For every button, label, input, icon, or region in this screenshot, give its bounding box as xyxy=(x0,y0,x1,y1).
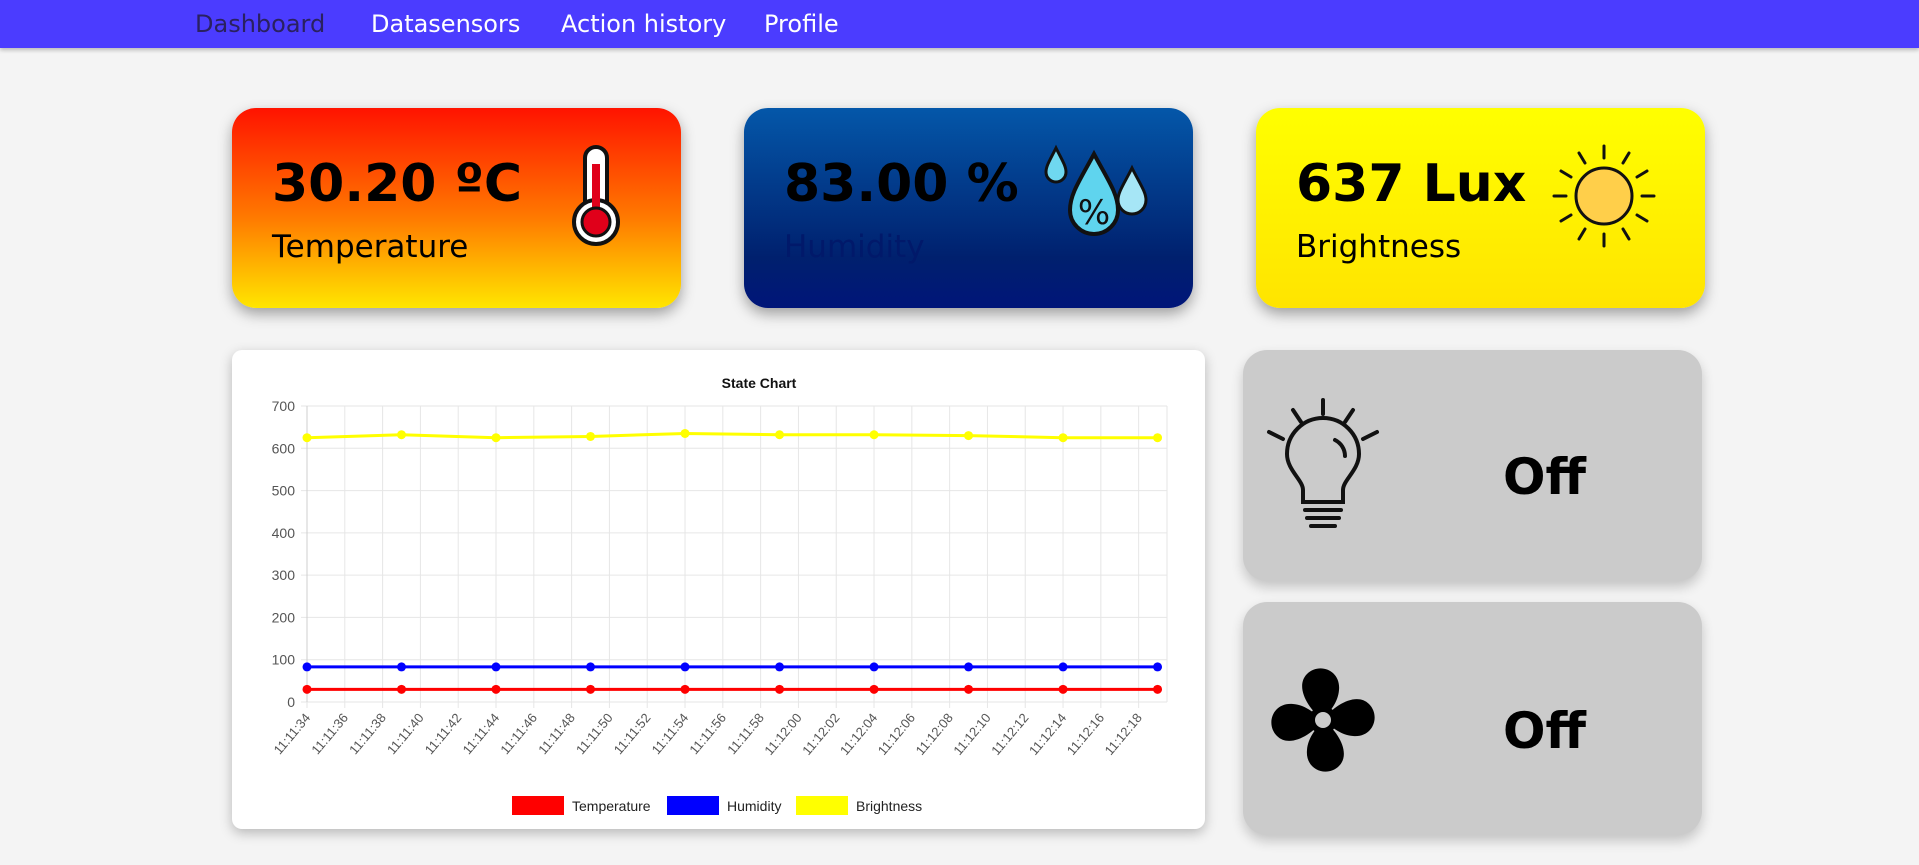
series-point-temperature xyxy=(964,684,974,694)
series-point-humidity xyxy=(964,662,974,672)
x-tick-label: 11:11:52 xyxy=(611,710,654,757)
series-point-brightness xyxy=(302,433,312,443)
series-point-temperature xyxy=(1153,684,1163,694)
x-tick-label: 11:12:06 xyxy=(875,710,918,758)
top-navbar: Dashboard Datasensors Action history Pro… xyxy=(0,0,1919,48)
temperature-card: 30.20 ºC Temperature xyxy=(232,108,681,308)
series-point-humidity xyxy=(775,662,785,672)
x-tick-label: 11:12:14 xyxy=(1026,710,1069,758)
y-tick-label: 100 xyxy=(272,652,296,668)
series-point-brightness xyxy=(775,430,785,440)
nav-profile[interactable]: Profile xyxy=(764,0,839,48)
nav-action-history[interactable]: Action history xyxy=(561,0,726,48)
y-tick-label: 300 xyxy=(272,567,296,583)
state-chart: State Chart 0 100 200 300 400 500 600 700 11:11:3… xyxy=(271,375,1168,815)
light-status[interactable]: Off xyxy=(1503,448,1586,506)
series-point-temperature xyxy=(586,684,596,694)
temperature-label: Temperature xyxy=(272,229,469,265)
series-point-temperature xyxy=(491,684,501,694)
x-tick-label: 11:11:50 xyxy=(573,710,616,757)
x-tick-label: 11:12:04 xyxy=(837,710,880,758)
humidity-value: 83.00 % xyxy=(784,154,1019,214)
series-point-humidity xyxy=(680,662,690,672)
brightness-label: Brightness xyxy=(1296,229,1462,265)
light-device-card[interactable]: Off xyxy=(1243,350,1702,581)
humidity-drops-icon: % xyxy=(1044,144,1148,236)
x-tick-label: 11:11:38 xyxy=(346,710,389,757)
legend-label-brightness: Brightness xyxy=(856,798,922,814)
fan-icon xyxy=(1271,668,1375,772)
series-line-brightness xyxy=(306,431,1158,440)
series-point-temperature xyxy=(680,684,690,694)
series-point-temperature xyxy=(775,684,785,694)
x-tick-label: 11:12:08 xyxy=(913,710,956,758)
x-tick-label: 11:11:42 xyxy=(422,710,465,757)
x-tick-label: 11:11:46 xyxy=(497,710,540,757)
humidity-label: Humidity xyxy=(784,229,925,265)
thermometer-icon xyxy=(572,145,620,246)
nav-dashboard[interactable]: Dashboard xyxy=(195,0,325,48)
series-point-humidity xyxy=(302,662,312,672)
legend-label-humidity: Humidity xyxy=(727,798,781,814)
series-point-humidity xyxy=(586,662,596,672)
series-point-brightness xyxy=(964,431,974,441)
x-tick-label: 11:11:36 xyxy=(308,710,351,757)
temperature-value: 30.20 ºC xyxy=(272,154,523,214)
series-point-humidity xyxy=(1058,662,1068,672)
series-point-brightness xyxy=(1153,433,1163,443)
series-point-humidity xyxy=(491,662,501,672)
nav-datasensors[interactable]: Datasensors xyxy=(371,0,520,48)
light-bulb-icon xyxy=(1267,398,1379,528)
x-tick-label: 11:12:18 xyxy=(1102,710,1145,758)
y-tick-label: 500 xyxy=(272,483,296,499)
x-tick-label: 11:11:34 xyxy=(271,710,314,757)
series-point-brightness xyxy=(1058,433,1068,443)
series-point-humidity xyxy=(1153,662,1163,672)
series-point-brightness xyxy=(869,430,879,440)
legend-swatch-humidity xyxy=(667,796,719,815)
series-point-brightness xyxy=(680,428,690,438)
fan-status[interactable]: Off xyxy=(1503,702,1586,760)
fan-device-card[interactable]: Off xyxy=(1243,602,1702,835)
series-point-brightness xyxy=(586,431,596,441)
chart-title: State Chart xyxy=(722,375,797,391)
series-point-humidity xyxy=(869,662,879,672)
humidity-card: 83.00 % Humidity % xyxy=(744,108,1193,308)
series-point-brightness xyxy=(397,430,407,440)
y-tick-label: 600 xyxy=(272,440,296,456)
x-tick-label: 11:11:44 xyxy=(460,710,503,757)
x-tick-label: 11:11:40 xyxy=(384,710,427,757)
series-point-humidity xyxy=(397,662,407,672)
legend-swatch-brightness xyxy=(796,796,848,815)
x-tick-label: 11:11:54 xyxy=(649,710,692,757)
state-chart-card: State Chart 0 100 200 300 400 500 600 700 11:11:3… xyxy=(232,350,1205,829)
svg-text:%: % xyxy=(1078,193,1110,233)
x-tick-label: 11:11:48 xyxy=(535,710,578,757)
y-tick-label: 400 xyxy=(272,525,296,541)
y-tick-label: 0 xyxy=(287,694,295,710)
brightness-value: 637 Lux xyxy=(1296,154,1527,214)
y-tick-label: 200 xyxy=(272,609,296,625)
y-tick-label: 700 xyxy=(272,398,296,414)
legend-swatch-temperature xyxy=(512,796,564,815)
legend-label-temperature: Temperature xyxy=(572,798,651,814)
series-point-temperature xyxy=(869,684,879,694)
x-tick-label: 11:12:02 xyxy=(799,710,842,758)
x-tick-label: 11:12:00 xyxy=(761,710,804,758)
brightness-card: 637 Lux Brightness xyxy=(1256,108,1705,308)
sun-icon xyxy=(1552,144,1656,248)
x-tick-label: 11:12:16 xyxy=(1064,710,1107,758)
x-tick-label: 11:11:56 xyxy=(686,710,729,757)
series-point-temperature xyxy=(302,684,312,694)
series-point-temperature xyxy=(1058,684,1068,694)
x-tick-label: 11:12:12 xyxy=(988,710,1031,758)
series-point-temperature xyxy=(397,684,407,694)
x-tick-label: 11:12:10 xyxy=(950,710,993,758)
series-point-brightness xyxy=(491,433,501,443)
x-tick-label: 11:11:58 xyxy=(724,710,767,757)
